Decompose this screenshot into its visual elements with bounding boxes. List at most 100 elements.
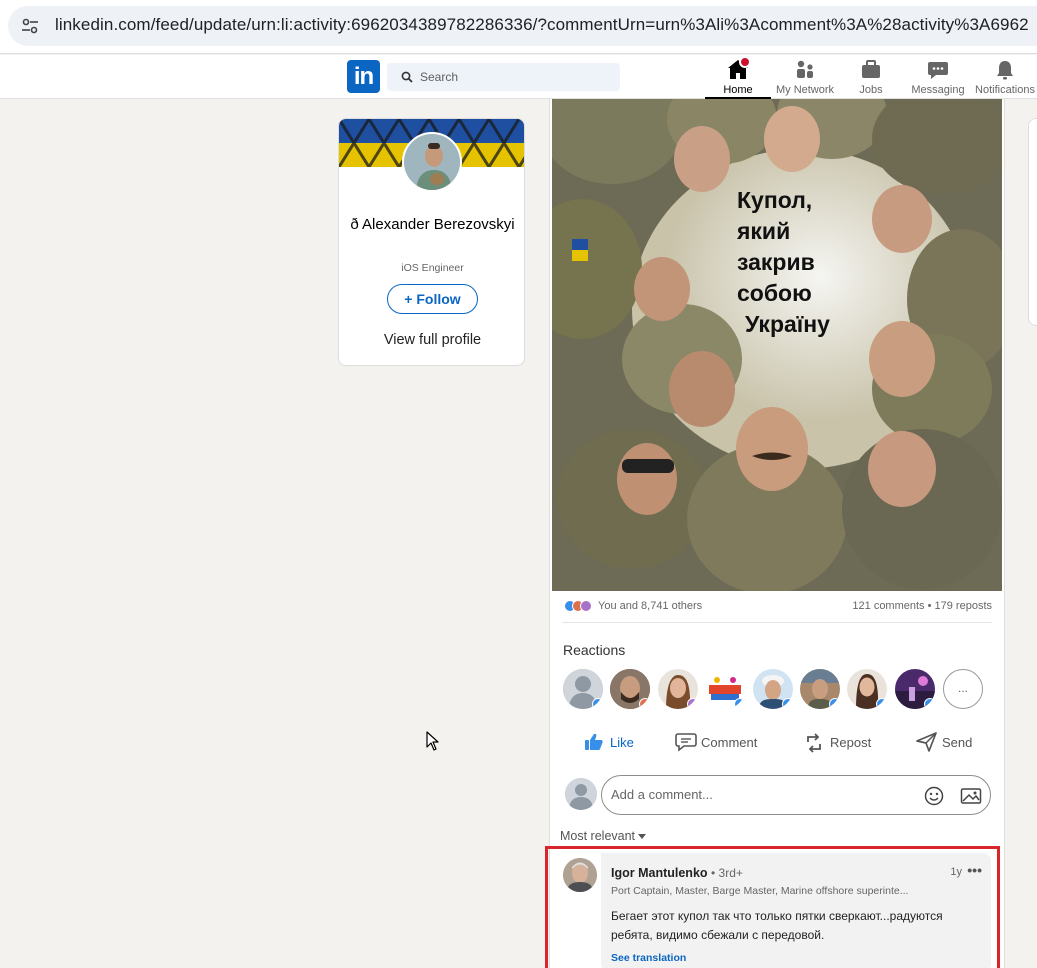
- nav-notifications-label: Notifications: [975, 84, 1035, 96]
- commenter-avatar[interactable]: [563, 858, 597, 892]
- connection-degree: • 3rd+: [711, 866, 743, 880]
- like-badge: [734, 698, 745, 709]
- thumbs-up-icon: [585, 733, 603, 750]
- reaction-types-icon[interactable]: [564, 599, 596, 613]
- search-icon: [401, 71, 413, 83]
- like-button[interactable]: Like: [584, 729, 644, 757]
- reactor-avatar[interactable]: [847, 669, 887, 709]
- reactor-avatar[interactable]: [658, 669, 698, 709]
- caption-line-1: Купол,: [737, 187, 813, 213]
- network-icon: [797, 60, 813, 78]
- like-label: Like: [610, 735, 634, 750]
- nav-notifications[interactable]: Notifications: [972, 55, 1037, 99]
- url-text[interactable]: linkedin.com/feed/update/urn:li:activity…: [55, 15, 1029, 35]
- author-avatar[interactable]: [402, 132, 462, 192]
- search-input[interactable]: Search: [387, 63, 620, 91]
- highlighted-comment: Igor Mantulenko • 3rd+ Port Captain, Mas…: [545, 846, 1000, 968]
- author-photo: [404, 134, 460, 190]
- commenter-photo: [563, 858, 597, 892]
- comment-input[interactable]: Add a comment...: [601, 775, 991, 815]
- like-badge: [924, 698, 935, 709]
- nav-my-network[interactable]: My Network: [772, 55, 838, 99]
- nav-home[interactable]: Home: [705, 55, 771, 99]
- caption-line-3: закрив: [737, 249, 815, 275]
- comment-button[interactable]: Comment: [675, 729, 765, 757]
- like-badge: [592, 698, 603, 709]
- commenter-name-row: Igor Mantulenko • 3rd+: [611, 866, 743, 880]
- reactor-avatar[interactable]: [753, 669, 793, 709]
- site-settings-icon[interactable]: [20, 16, 40, 36]
- comment-sort-dropdown[interactable]: Most relevant: [560, 829, 647, 843]
- like-badge: [782, 698, 793, 709]
- reactor-avatar[interactable]: [800, 669, 840, 709]
- author-profile-card: ð Alexander Berezovskyi iOS Engineer + F…: [338, 118, 525, 366]
- nav-jobs-label: Jobs: [859, 84, 883, 96]
- nav-my-network-label: My Network: [775, 84, 835, 96]
- see-translation-link[interactable]: See translation: [611, 952, 686, 964]
- comment-bubble: Igor Mantulenko • 3rd+ Port Captain, Mas…: [601, 853, 991, 968]
- caption-line-5: Україну: [745, 311, 830, 337]
- nav-jobs[interactable]: Jobs: [847, 55, 895, 99]
- reactors-list: ...: [563, 669, 993, 711]
- default-avatar-icon: [565, 778, 597, 810]
- linkedin-logo[interactable]: in: [347, 60, 380, 93]
- view-full-profile-link[interactable]: View full profile: [339, 332, 524, 348]
- comment-text: Бегает этот купол так что только пятки с…: [611, 909, 943, 942]
- reactions-count[interactable]: You and 8,741 others: [598, 600, 702, 612]
- reactor-avatar[interactable]: [563, 669, 603, 709]
- nav-messaging[interactable]: Messaging: [907, 55, 969, 99]
- reaction-badge: [687, 698, 698, 709]
- reactor-avatar[interactable]: [705, 669, 745, 709]
- reactor-avatar[interactable]: [610, 669, 650, 709]
- caption-line-2: який: [737, 218, 791, 244]
- sort-label: Most relevant: [560, 829, 636, 843]
- send-label: Send: [942, 735, 973, 750]
- comments-reposts-count[interactable]: 121 comments • 179 reposts: [852, 600, 992, 612]
- soldiers-photo: [552, 99, 1002, 591]
- nav-home-label: Home: [723, 84, 753, 96]
- mouse-cursor-icon: [426, 731, 439, 751]
- comment-label: Comment: [701, 735, 758, 750]
- briefcase-icon: [862, 60, 880, 78]
- comment-icon: [675, 733, 697, 752]
- feed-post: Купол, який закрив собою Україну You and…: [545, 99, 1005, 968]
- post-image[interactable]: Купол, який закрив собою Україну: [552, 99, 1002, 591]
- follow-button[interactable]: + Follow: [387, 284, 478, 314]
- divider: [562, 622, 992, 623]
- comment-placeholder: Add a comment...: [611, 787, 713, 802]
- send-button[interactable]: Send: [916, 729, 976, 757]
- like-badge: [829, 698, 840, 709]
- bell-icon: [997, 61, 1013, 80]
- linkedin-global-nav: in Search Home My Network Jobs Messaging…: [0, 55, 1037, 99]
- like-badge: [876, 698, 887, 709]
- author-headline: iOS Engineer: [401, 262, 464, 274]
- current-user-avatar[interactable]: [565, 778, 597, 810]
- caption-line-4: собою: [737, 280, 812, 306]
- more-reactors-button[interactable]: ...: [943, 669, 983, 709]
- right-rail-card: [1028, 118, 1037, 326]
- commenter-name[interactable]: Igor Mantulenko: [611, 866, 708, 880]
- repost-button[interactable]: Repost: [804, 729, 879, 757]
- post-actions-bar: Like Comment Repost Send: [564, 729, 994, 757]
- nav-messaging-label: Messaging: [911, 84, 965, 96]
- repost-label: Repost: [830, 735, 872, 750]
- emoji-icon[interactable]: [924, 786, 944, 806]
- image-upload-icon[interactable]: [960, 786, 982, 806]
- repost-icon: [807, 733, 821, 753]
- caret-down-icon: [638, 834, 647, 840]
- reactions-title: Reactions: [563, 642, 626, 658]
- send-icon: [916, 732, 937, 752]
- commenter-headline: Port Captain, Master, Barge Master, Mari…: [611, 885, 909, 897]
- comment-timestamp: 1y: [950, 866, 962, 878]
- messaging-icon: [928, 62, 948, 79]
- comment-composer: Add a comment...: [563, 775, 993, 815]
- social-counts: You and 8,741 others 121 comments • 179 …: [564, 599, 992, 615]
- search-placeholder: Search: [420, 70, 459, 84]
- notification-badge: [739, 56, 751, 68]
- reactor-avatar[interactable]: [895, 669, 935, 709]
- author-name[interactable]: ð Alexander Berezovskyi: [339, 214, 524, 236]
- browser-address-bar: linkedin.com/feed/update/urn:li:activity…: [0, 0, 1037, 54]
- comment-options-button[interactable]: •••: [967, 862, 982, 878]
- love-badge: [639, 698, 650, 709]
- image-caption: Купол, який закрив собою Україну: [737, 185, 830, 340]
